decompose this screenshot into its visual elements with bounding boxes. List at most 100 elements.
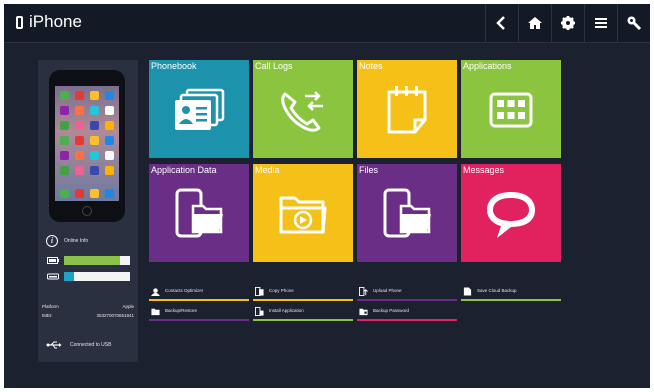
home-screen-app-icon xyxy=(60,136,69,145)
storage-bar xyxy=(64,272,130,281)
copy-phone-link[interactable]: Copy Phone xyxy=(253,286,353,301)
imei-label: IMEI: xyxy=(42,313,53,318)
home-screen-app-icon xyxy=(90,151,99,160)
storage-row xyxy=(46,272,130,281)
home-screen-app-icon xyxy=(60,189,69,198)
home-screen-app-icon xyxy=(105,189,114,198)
tile-label: Call Logs xyxy=(255,61,293,71)
password-folder-icon xyxy=(359,308,368,316)
install-application-link[interactable]: Install Application xyxy=(253,306,353,321)
tools-button[interactable] xyxy=(617,4,650,42)
platform-row: Platform Apple xyxy=(42,304,134,309)
app-window: iPhone i Online Info Platform Apple IMEI… xyxy=(4,4,650,388)
home-screen-app-icon xyxy=(75,106,84,115)
top-bar: iPhone xyxy=(4,4,650,43)
storage-icon xyxy=(46,273,60,280)
action-underline xyxy=(149,319,249,321)
home-screen-app-icon xyxy=(105,121,114,130)
home-screen-app-icon xyxy=(60,151,69,160)
home-button[interactable] xyxy=(518,4,551,42)
tile-phonebook[interactable]: Phonebook xyxy=(149,60,249,158)
install-app-icon xyxy=(255,307,264,316)
contacts-cards-icon xyxy=(175,88,225,130)
contacts-optimizer-icon xyxy=(151,288,160,296)
toolbar xyxy=(485,4,650,42)
notepad-icon xyxy=(387,86,427,134)
action-label: Copy Phone xyxy=(269,288,294,293)
home-screen-app-icon xyxy=(75,189,84,198)
home-screen-app-icon xyxy=(60,106,69,115)
menu-button[interactable] xyxy=(584,4,617,42)
backup-restore-link[interactable]: Backup/Restore xyxy=(149,306,249,321)
battery-icon xyxy=(46,257,60,264)
action-label: Install Application xyxy=(269,308,304,313)
device-screen xyxy=(55,86,119,201)
home-screen-app-icon xyxy=(105,136,114,145)
settings-button[interactable] xyxy=(551,4,584,42)
chat-bubble-icon xyxy=(487,192,535,238)
contacts-optimizer-link[interactable]: Contacts Optimizer xyxy=(149,286,249,301)
home-screen-app-icon xyxy=(75,121,84,130)
tile-files[interactable]: Files xyxy=(357,164,457,262)
device-panel: i Online Info Platform Apple IMEI: 35327… xyxy=(38,60,138,362)
home-screen-app-icon xyxy=(90,106,99,115)
imei-value: 353270070651841 xyxy=(96,313,134,318)
home-screen-app-icon xyxy=(60,121,69,130)
action-underline xyxy=(357,299,457,301)
home-screen-app-icon xyxy=(90,166,99,175)
action-underline xyxy=(149,299,249,301)
home-screen-app-icon xyxy=(75,136,84,145)
app-title: iPhone xyxy=(16,12,82,32)
connection-status: Connected to USB xyxy=(70,342,112,348)
tile-label: Notes xyxy=(359,61,383,71)
home-icon xyxy=(528,17,542,29)
home-screen-app-icon xyxy=(90,189,99,198)
tile-application-data[interactable]: Application Data xyxy=(149,164,249,262)
action-label: Save Cloud Backup xyxy=(477,288,517,293)
tile-applications[interactable]: Applications xyxy=(461,60,561,158)
phone-folder-icon xyxy=(175,188,223,238)
home-screen-app-icon xyxy=(60,166,69,175)
backup-password-link[interactable]: Backup Password xyxy=(357,306,457,321)
storage-bar-fill xyxy=(64,272,74,281)
battery-row xyxy=(46,256,130,265)
app-title-text: iPhone xyxy=(29,12,82,31)
home-screen-app-icon xyxy=(105,91,114,100)
tile-label: Media xyxy=(255,165,280,175)
home-screen-app-icon xyxy=(75,151,84,160)
tile-call-logs[interactable]: Call Logs xyxy=(253,60,353,158)
action-underline xyxy=(253,319,353,321)
tile-notes[interactable]: Notes xyxy=(357,60,457,158)
menu-icon xyxy=(595,18,607,28)
tile-media[interactable]: Media xyxy=(253,164,353,262)
online-info-label: Online Info xyxy=(64,238,89,244)
online-info[interactable]: i Online Info xyxy=(46,235,88,247)
home-screen-app-icon xyxy=(105,151,114,160)
device-home-button xyxy=(82,206,92,216)
phone-folder-icon xyxy=(383,188,431,238)
tile-messages[interactable]: Messages xyxy=(461,164,561,262)
usb-icon xyxy=(46,341,62,349)
tile-label: Application Data xyxy=(151,165,217,175)
gear-icon xyxy=(561,16,575,30)
battery-bar xyxy=(64,256,130,265)
home-screen-app-icon xyxy=(90,136,99,145)
media-folder-icon xyxy=(279,196,327,234)
copy-phone-icon xyxy=(255,287,264,296)
info-icon: i xyxy=(46,235,58,247)
tile-label: Messages xyxy=(463,165,505,175)
back-button[interactable] xyxy=(485,4,518,42)
action-label: Upload Phone xyxy=(373,288,402,293)
action-underline xyxy=(461,299,561,301)
home-screen-app-icon xyxy=(75,91,84,100)
save-cloud-backup-link[interactable]: Save Cloud Backup xyxy=(461,286,561,301)
platform-value: Apple xyxy=(122,304,134,309)
platform-label: Platform xyxy=(42,304,59,309)
home-screen-app-icon xyxy=(105,166,114,175)
action-label: Contacts Optimizer xyxy=(165,288,204,293)
battery-bar-fill xyxy=(64,256,121,265)
document-icon xyxy=(463,287,472,296)
upload-phone-link[interactable]: Upload Phone xyxy=(357,286,457,301)
tile-label: Applications xyxy=(463,61,512,71)
home-screen-app-icon xyxy=(75,166,84,175)
